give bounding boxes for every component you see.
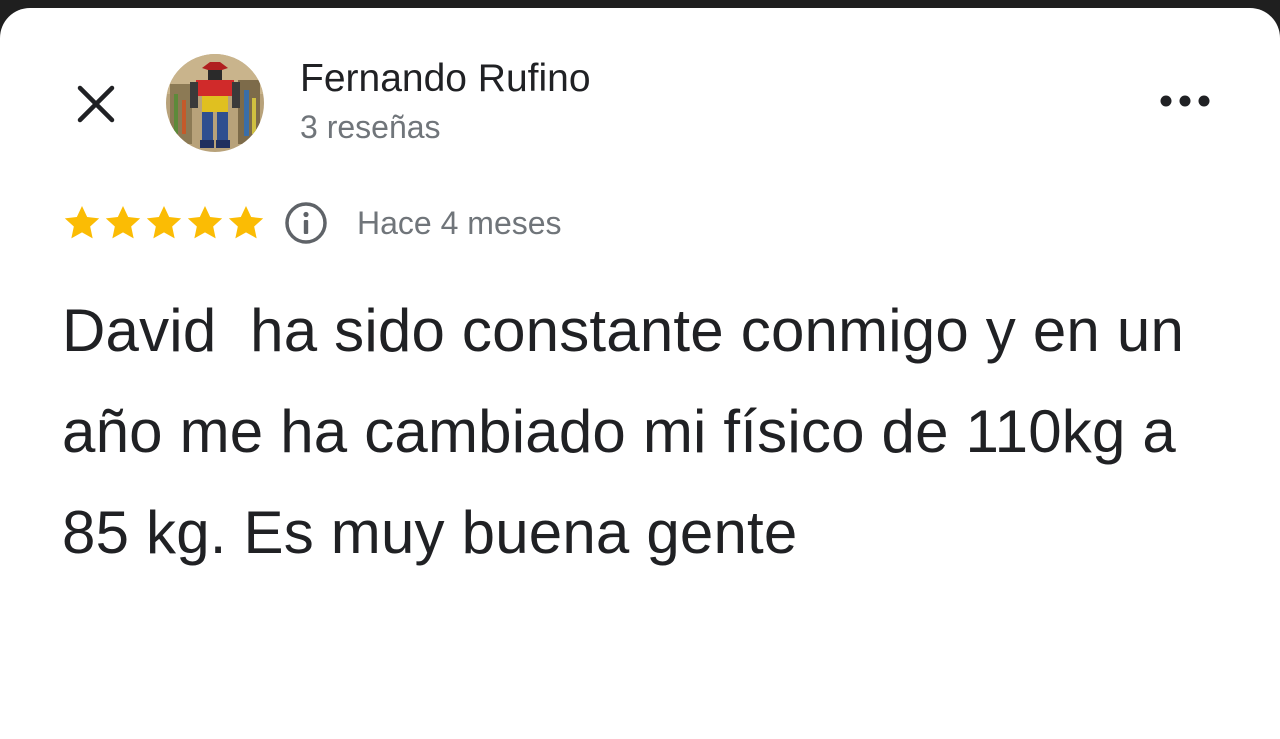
star-rating [62, 203, 267, 243]
star-icon [187, 206, 223, 239]
avatar-image [166, 54, 264, 152]
star-icon [228, 206, 264, 239]
close-icon [77, 85, 115, 123]
info-icon [285, 202, 327, 244]
review-date: Hace 4 meses [357, 205, 562, 241]
star-icon [64, 206, 100, 239]
rating-row: Hace 4 meses [62, 198, 562, 248]
author-name[interactable]: Fernando Rufino [300, 56, 591, 102]
more-horizontal-icon [1160, 95, 1210, 107]
author-review-count: 3 reseñas [300, 109, 441, 145]
star-icon [146, 206, 182, 239]
review-sheet: Fernando Rufino 3 reseñas Hace 4 meses D… [0, 8, 1280, 739]
review-text: David ha sido constante conmigo y en un … [62, 297, 1201, 566]
close-button[interactable] [66, 74, 126, 134]
star-icon [105, 206, 141, 239]
more-options-button[interactable] [1150, 76, 1220, 126]
avatar[interactable] [166, 54, 264, 152]
info-button[interactable] [283, 200, 329, 246]
